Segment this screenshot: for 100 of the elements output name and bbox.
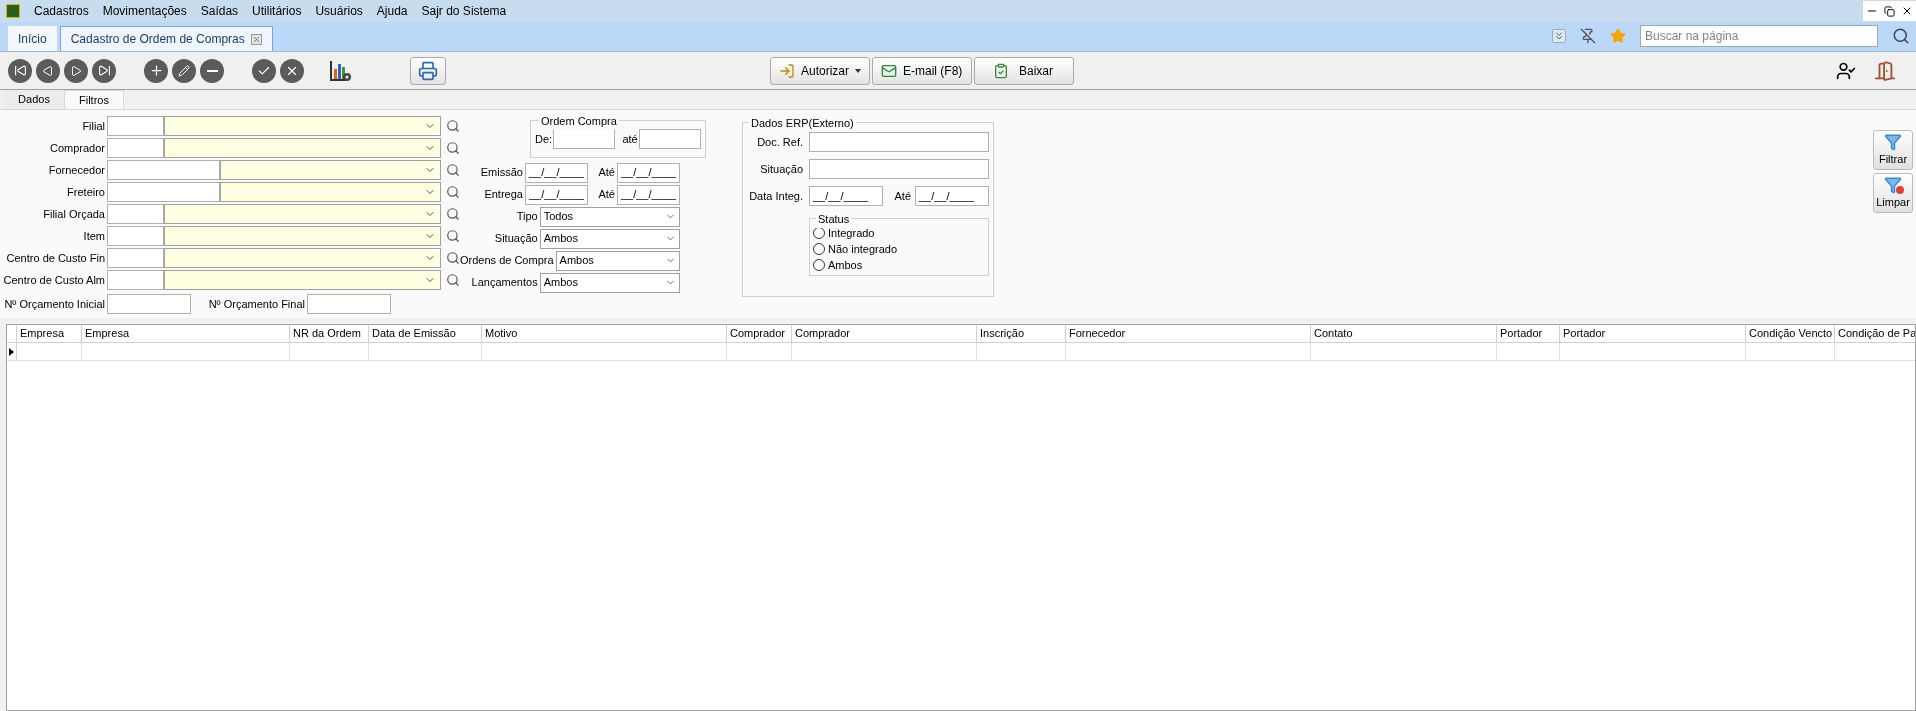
- column-header[interactable]: NR da Ordem: [290, 325, 369, 342]
- column-header[interactable]: Inscrição: [977, 325, 1066, 342]
- pencil-icon: [178, 64, 190, 77]
- restore-icon[interactable]: [1884, 5, 1895, 17]
- chevron-down-icon[interactable]: [1552, 29, 1566, 43]
- next-button[interactable]: [64, 58, 88, 83]
- field-label: Fornecedor: [47, 162, 106, 178]
- search-field[interactable]: Buscar na página: [1640, 25, 1878, 47]
- input-field[interactable]: __/__/____: [915, 186, 989, 206]
- select-field[interactable]: Ambos: [539, 228, 680, 249]
- combo-box[interactable]: [164, 226, 441, 246]
- menu-item[interactable]: Ajuda: [376, 2, 408, 20]
- combo-box[interactable]: [220, 182, 441, 202]
- column-header[interactable]: Contato: [1311, 325, 1497, 342]
- first-button[interactable]: [8, 58, 32, 83]
- close-icon[interactable]: [1901, 5, 1913, 17]
- search-icon[interactable]: [446, 207, 460, 221]
- authorize-button[interactable]: Autorizar: [770, 56, 870, 85]
- clear-filter-button[interactable]: Limpar: [1873, 173, 1913, 213]
- column-header[interactable]: Comprador: [727, 325, 792, 342]
- radio-button[interactable]: [813, 259, 825, 271]
- column-header[interactable]: Empresa: [82, 325, 290, 342]
- column-header[interactable]: Motivo: [482, 325, 727, 342]
- search-icon[interactable]: [446, 141, 460, 155]
- remove-button[interactable]: [200, 58, 224, 83]
- input-field[interactable]: [107, 182, 220, 202]
- search-icon[interactable]: [446, 251, 460, 265]
- add-button[interactable]: [144, 58, 168, 83]
- column-header[interactable]: Portador: [1497, 325, 1560, 342]
- input-field[interactable]: __/__/____: [809, 186, 883, 206]
- input-field[interactable]: [553, 129, 616, 149]
- tab[interactable]: Filtros: [64, 90, 124, 109]
- menu-item[interactable]: Cadastros: [34, 2, 89, 20]
- tab[interactable]: Cadastro de Ordem de Compras: [59, 26, 273, 51]
- search-icon[interactable]: [446, 185, 460, 199]
- input-field[interactable]: [107, 160, 220, 180]
- input-field[interactable]: [809, 159, 989, 179]
- field-label: Centro de Custo Fin: [5, 250, 106, 266]
- star-icon[interactable]: [1610, 28, 1626, 44]
- select-field[interactable]: Ambos: [539, 272, 680, 293]
- input-field[interactable]: __/__/____: [616, 184, 680, 205]
- column-header[interactable]: Condição Vencto: [1746, 325, 1835, 342]
- column-header[interactable]: Data de Emissão: [369, 325, 482, 342]
- field-label: Até: [893, 188, 912, 204]
- select-field[interactable]: Ambos: [555, 250, 680, 271]
- menu-item[interactable]: Utilitários: [252, 2, 302, 20]
- input-field[interactable]: [307, 294, 391, 314]
- email-button[interactable]: E-mail (F8): [872, 56, 972, 85]
- print-button[interactable]: [410, 56, 446, 85]
- envelope-icon: [881, 62, 897, 79]
- search-icon[interactable]: [1892, 27, 1910, 45]
- chart-settings-icon[interactable]: [328, 58, 352, 83]
- tab[interactable]: Início: [8, 26, 57, 51]
- search-icon[interactable]: [446, 163, 460, 177]
- input-field[interactable]: [107, 204, 164, 224]
- combo-box[interactable]: [164, 270, 441, 290]
- combo-box[interactable]: [220, 160, 441, 180]
- field-label: Centro de Custo Alm: [2, 272, 106, 288]
- input-field[interactable]: __/__/____: [524, 162, 588, 183]
- input-field[interactable]: __/__/____: [616, 162, 680, 183]
- input-field[interactable]: [107, 116, 164, 136]
- input-field[interactable]: [107, 248, 164, 268]
- menu-item[interactable]: Movimentações: [102, 2, 187, 20]
- previous-button[interactable]: [36, 58, 60, 83]
- app-logo-icon: [6, 4, 20, 18]
- input-field[interactable]: [107, 294, 191, 314]
- exit-door-icon[interactable]: [1874, 59, 1896, 82]
- column-header[interactable]: Comprador: [792, 325, 977, 342]
- filter-button[interactable]: Filtrar: [1873, 130, 1913, 170]
- menu-item[interactable]: Saídas: [200, 2, 239, 20]
- pin-off-icon[interactable]: [1580, 28, 1596, 44]
- combo-box[interactable]: [164, 248, 441, 268]
- menu-item[interactable]: Sajr do Sistema: [421, 2, 507, 20]
- menu-item[interactable]: Usuários: [315, 2, 363, 20]
- field-label: Lançamentos: [470, 275, 539, 291]
- combo-box[interactable]: [164, 204, 441, 224]
- search-icon[interactable]: [446, 119, 460, 133]
- search-icon[interactable]: [446, 229, 460, 243]
- column-header[interactable]: Portador: [1560, 325, 1746, 342]
- column-header[interactable]: Fornecedor: [1066, 325, 1311, 342]
- search-icon[interactable]: [446, 273, 460, 287]
- input-field[interactable]: __/__/____: [524, 184, 588, 205]
- field-label: Até: [597, 165, 616, 181]
- combo-box[interactable]: [164, 138, 441, 158]
- input-field[interactable]: [107, 270, 164, 290]
- download-button[interactable]: Baixar: [974, 56, 1074, 85]
- cancel-button[interactable]: [280, 58, 304, 83]
- input-field[interactable]: [809, 132, 989, 152]
- field-label: Comprador: [48, 140, 106, 156]
- edit-button[interactable]: [172, 58, 196, 83]
- input-field[interactable]: [107, 226, 164, 246]
- select-field[interactable]: Todos: [539, 206, 680, 227]
- confirm-button[interactable]: [252, 58, 276, 83]
- column-header[interactable]: Empresa: [17, 325, 82, 342]
- input-field[interactable]: [638, 129, 701, 149]
- tab[interactable]: Dados: [4, 90, 64, 109]
- radio-button[interactable]: [813, 243, 825, 255]
- combo-box[interactable]: [164, 116, 441, 136]
- input-field[interactable]: [107, 138, 164, 158]
- last-button[interactable]: [92, 58, 116, 83]
